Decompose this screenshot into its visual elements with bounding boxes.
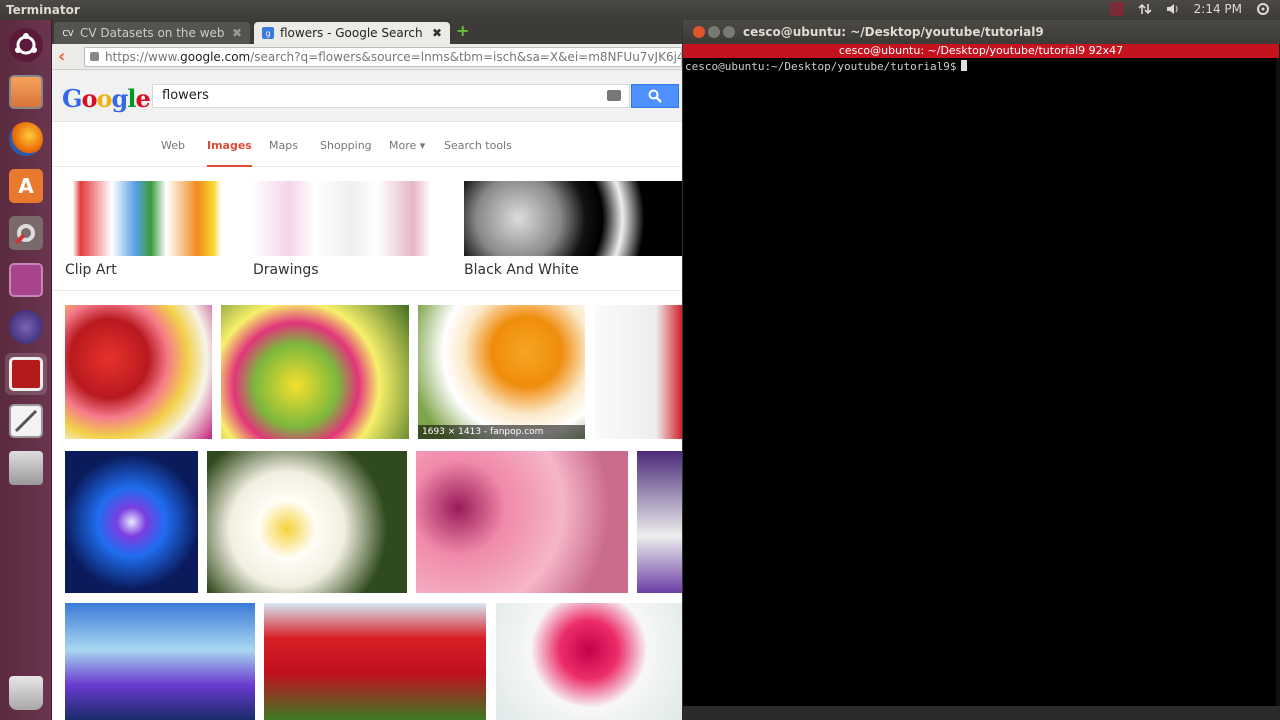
ubuntu-home-icon[interactable] <box>5 24 47 66</box>
google-header: Google flowers <box>52 70 682 122</box>
active-app-name: Terminator <box>6 3 80 17</box>
tab-images[interactable]: Images <box>207 139 252 167</box>
tab-maps[interactable]: Maps <box>269 139 298 152</box>
power-gear-icon[interactable] <box>1256 2 1270 16</box>
clip-art-thumbnail <box>65 181 221 256</box>
system-tray: 2:14 PM <box>1109 2 1270 16</box>
close-window-button[interactable] <box>693 26 705 38</box>
top-panel: Terminator 2:14 PM <box>0 0 1280 20</box>
trash-icon[interactable] <box>5 672 47 714</box>
back-arrow-icon[interactable]: ‹ <box>58 47 76 67</box>
terminal-prompt: cesco@ubuntu:~/Desktop/youtube/tutorial9… <box>685 60 957 73</box>
launcher: A <box>0 20 52 720</box>
drawings-thumbnail <box>253 181 431 256</box>
eclipse-icon[interactable] <box>5 306 47 348</box>
software-center-icon[interactable]: A <box>5 165 47 207</box>
files-icon[interactable] <box>5 71 47 113</box>
image-result-plumeria[interactable] <box>207 451 407 593</box>
browser-window: CV CV Datasets on the web ✖ g flowers - … <box>52 20 682 720</box>
lock-icon <box>90 52 99 61</box>
terminal-window: cesco@ubuntu: ~/Desktop/youtube/tutorial… <box>682 20 1280 706</box>
keyboard-icon[interactable] <box>1109 2 1124 16</box>
category-clip-art[interactable]: Clip Art <box>65 181 221 278</box>
black-white-thumbnail <box>464 181 682 256</box>
url-path: /search?q=flowers&source=lnms&tbm=isch&s… <box>250 50 682 64</box>
image-result-night-flower[interactable] <box>65 603 255 720</box>
cv-favicon-icon: CV <box>62 27 74 39</box>
terminal-prompt-line[interactable]: cesco@ubuntu:~/Desktop/youtube/tutorial9… <box>685 60 967 73</box>
tab-search-tools[interactable]: Search tools <box>444 139 512 152</box>
image-result-pink-daisy[interactable] <box>416 451 628 593</box>
tab-flowers-search[interactable]: g flowers - Google Search ✖ <box>254 22 450 44</box>
search-icon <box>648 89 662 103</box>
image-result-glowing-flower[interactable] <box>65 451 198 593</box>
terminal-tab-title: cesco@ubuntu: ~/Desktop/youtube/tutorial… <box>683 44 1279 58</box>
clock[interactable]: 2:14 PM <box>1194 2 1242 16</box>
search-query: flowers <box>162 88 209 103</box>
maximize-window-button[interactable] <box>723 26 735 38</box>
close-icon[interactable]: ✖ <box>232 26 242 40</box>
divider <box>52 290 682 291</box>
address-bar[interactable]: https://www.google.com/search?q=flowers&… <box>84 47 682 67</box>
tab-cv-datasets[interactable]: CV CV Datasets on the web ✖ <box>54 22 250 44</box>
network-icon[interactable] <box>1138 2 1152 16</box>
url-prefix: https://www. <box>105 50 181 64</box>
image-result-roses[interactable] <box>65 305 212 439</box>
image-result-tulips[interactable]: 1693 × 1413 - fanpop.com <box>418 305 585 439</box>
category-label: Black And White <box>464 262 579 278</box>
google-logo[interactable]: Google <box>62 84 151 113</box>
terminal-titlebar: cesco@ubuntu: ~/Desktop/youtube/tutorial… <box>683 20 1280 44</box>
tab-label: CV Datasets on the web <box>80 26 225 40</box>
image-result-meadow[interactable] <box>221 305 409 439</box>
category-black-and-white[interactable]: Black And White <box>464 181 682 278</box>
search-type-tabs: Web Images Maps Shopping More ▾ Search t… <box>52 123 682 167</box>
terminal-window-title: cesco@ubuntu: ~/Desktop/youtube/tutorial… <box>743 25 1044 39</box>
new-tab-button[interactable]: + <box>456 23 472 40</box>
terminal-scrollbar[interactable] <box>1276 58 1280 706</box>
volume-icon[interactable] <box>1166 2 1180 16</box>
image-result-red-tulips[interactable] <box>264 603 486 720</box>
terminator-icon[interactable] <box>5 353 47 395</box>
browser-tab-strip: CV CV Datasets on the web ✖ g flowers - … <box>52 20 682 44</box>
category-drawings[interactable]: Drawings <box>253 181 431 278</box>
minimize-window-button[interactable] <box>708 26 720 38</box>
drive-icon[interactable] <box>5 447 47 489</box>
camera-icon[interactable] <box>607 90 621 101</box>
tab-label: flowers - Google Search <box>280 26 423 40</box>
image-hover-caption: 1693 × 1413 - fanpop.com <box>418 425 585 439</box>
search-input[interactable]: flowers <box>152 84 630 108</box>
tab-web[interactable]: Web <box>161 139 185 152</box>
firefox-icon[interactable] <box>5 118 47 160</box>
search-button[interactable] <box>631 84 679 108</box>
tab-more[interactable]: More ▾ <box>389 139 425 152</box>
google-favicon-icon: g <box>262 27 274 39</box>
url-host: google.com <box>180 50 251 64</box>
workspace-switcher-icon[interactable] <box>5 259 47 301</box>
close-icon[interactable]: ✖ <box>432 26 442 40</box>
image-result-pansy[interactable] <box>637 451 682 593</box>
image-result-gerbera[interactable] <box>496 603 682 720</box>
navigation-bar: ‹ https://www.google.com/search?q=flower… <box>52 44 682 70</box>
image-result-forever[interactable] <box>595 305 682 439</box>
text-cursor <box>960 60 967 71</box>
text-editor-icon[interactable] <box>5 400 47 442</box>
desktop: Terminator 2:14 PM A CV CV Datasets on t… <box>0 0 1280 720</box>
category-label: Drawings <box>253 262 319 278</box>
category-label: Clip Art <box>65 262 117 278</box>
tab-shopping[interactable]: Shopping <box>320 139 372 152</box>
system-settings-icon[interactable] <box>5 212 47 254</box>
